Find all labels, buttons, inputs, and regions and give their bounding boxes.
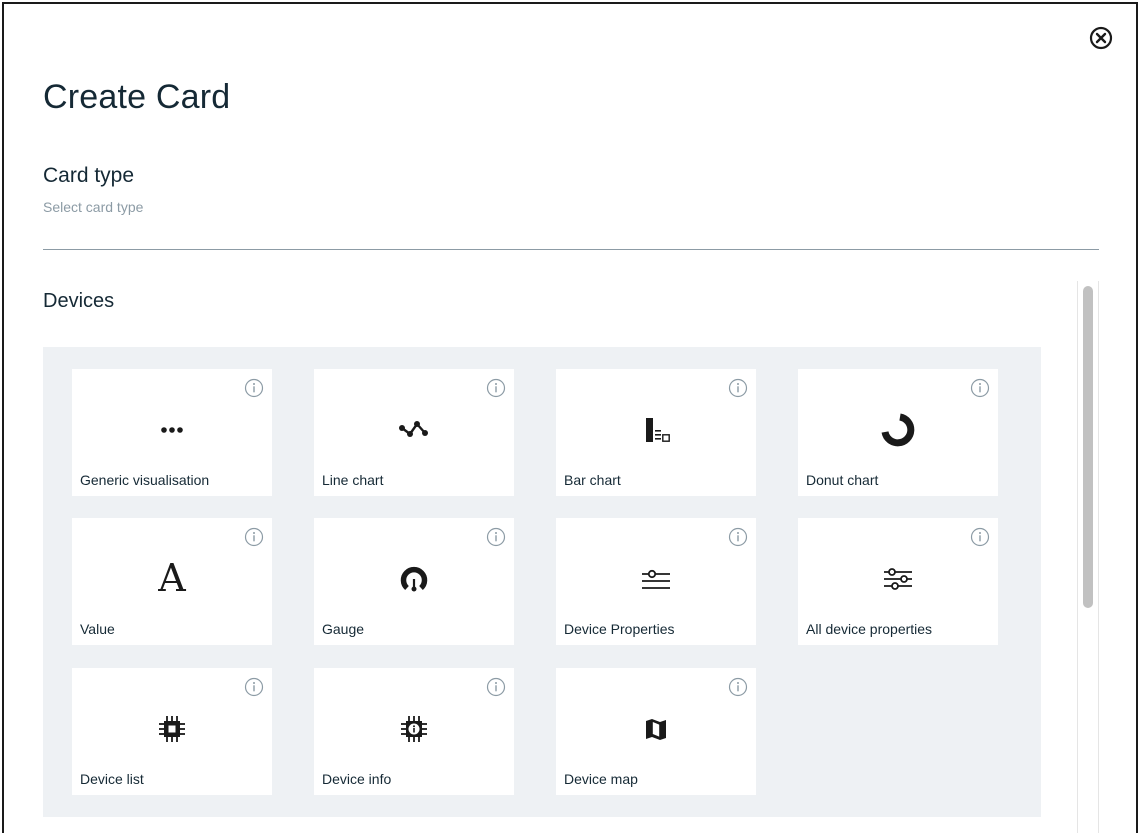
card-type-line-chart[interactable]: Line chart (314, 369, 514, 496)
scrollbar[interactable] (1077, 281, 1099, 833)
info-icon[interactable] (486, 527, 506, 547)
card-type-generic-visualisation[interactable]: Generic visualisation (72, 369, 272, 496)
section-title: Card type (43, 164, 135, 187)
chip-info-icon (392, 707, 436, 751)
map-icon (634, 707, 678, 751)
info-icon[interactable] (728, 527, 748, 547)
all-properties-sliders-icon (876, 557, 920, 601)
chip-icon (150, 707, 194, 751)
dialog-title: Create Card (43, 78, 231, 116)
card-label: Value (80, 621, 115, 637)
line-chart-icon (392, 408, 436, 452)
create-card-dialog: Create Card Card type Select card type D… (2, 2, 1138, 833)
card-type-device-list[interactable]: Device list (72, 668, 272, 795)
info-icon[interactable] (244, 677, 264, 697)
info-icon[interactable] (970, 378, 990, 398)
info-icon[interactable] (486, 677, 506, 697)
info-icon[interactable] (244, 527, 264, 547)
info-icon[interactable] (728, 677, 748, 697)
card-type-bar-chart[interactable]: Bar chart (556, 369, 756, 496)
card-label: Line chart (322, 472, 384, 488)
gauge-icon (392, 557, 436, 601)
card-label: Bar chart (564, 472, 621, 488)
close-button[interactable] (1089, 26, 1113, 50)
card-type-grid: Generic visualisation Line chart Bar cha… (43, 347, 1041, 817)
card-type-device-map[interactable]: Device map (556, 668, 756, 795)
card-label: All device properties (806, 621, 933, 637)
card-label: Generic visualisation (80, 472, 210, 488)
value-letter-icon: A (158, 556, 186, 600)
card-label: Device info (322, 771, 392, 787)
card-type-device-info[interactable]: Device info (314, 668, 514, 795)
close-circle-icon (1089, 26, 1113, 50)
info-icon[interactable] (970, 527, 990, 547)
card-label: Device list (80, 771, 144, 787)
info-icon[interactable] (244, 378, 264, 398)
card-type-device-properties[interactable]: Device Properties (556, 518, 756, 645)
card-label: Device map (564, 771, 638, 787)
card-type-value[interactable]: A Value (72, 518, 272, 645)
more-dots-icon (150, 408, 194, 452)
info-icon[interactable] (728, 378, 748, 398)
scrollbar-thumb[interactable] (1083, 286, 1093, 608)
donut-chart-icon (876, 408, 920, 452)
card-type-all-device-properties[interactable]: All device properties (798, 518, 998, 645)
divider (43, 249, 1099, 250)
group-title: Devices (43, 290, 115, 312)
card-type-gauge[interactable]: Gauge (314, 518, 514, 645)
card-label: Donut chart (806, 472, 879, 488)
card-label: Gauge (322, 621, 365, 637)
info-icon[interactable] (486, 378, 506, 398)
properties-slider-icon (634, 557, 678, 601)
bar-chart-icon (634, 408, 678, 452)
card-type-donut-chart[interactable]: Donut chart (798, 369, 998, 496)
card-label: Device Properties (564, 621, 675, 637)
section-subtitle: Select card type (43, 199, 144, 215)
